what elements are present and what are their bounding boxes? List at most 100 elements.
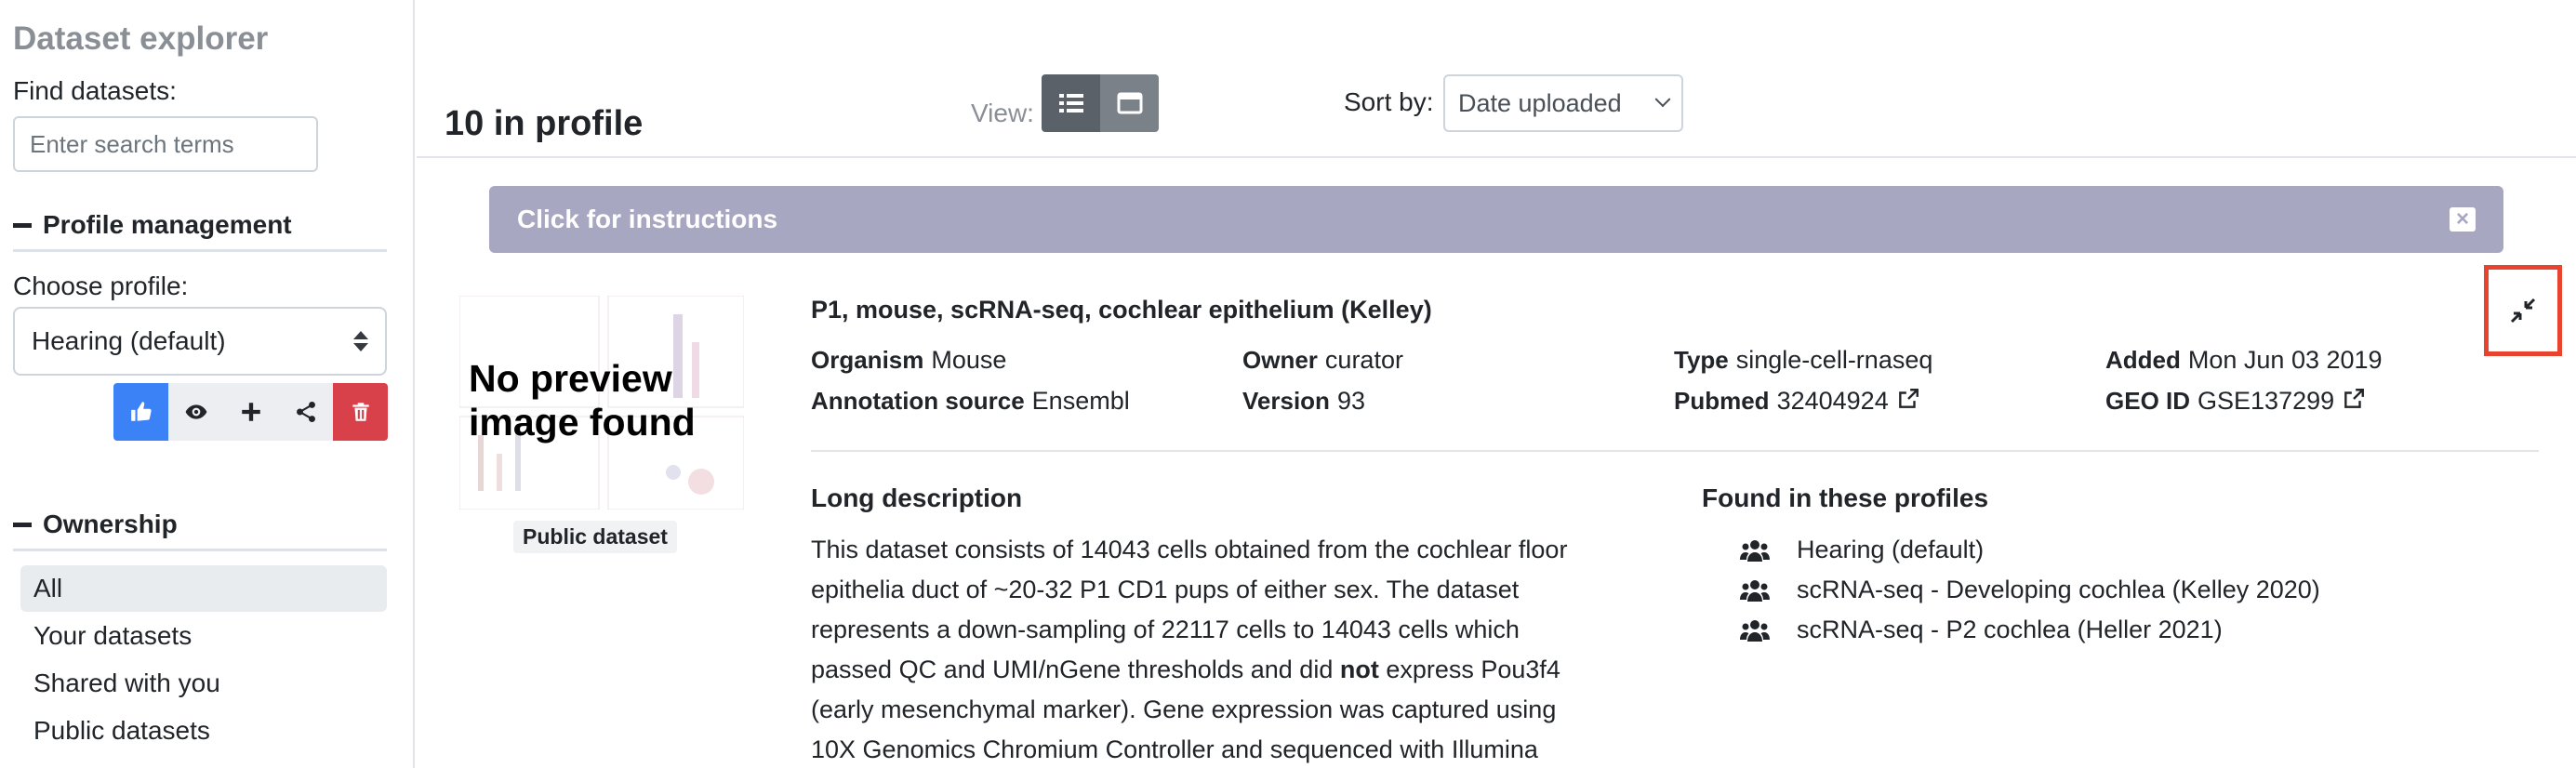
found-profiles-list: Hearing (default) scRNA-seq - Developing…: [1739, 530, 2320, 650]
no-preview-line-1: No preview: [469, 357, 672, 400]
instructions-label: Click for instructions: [517, 205, 778, 233]
meta-added-label: Added: [2105, 346, 2181, 374]
grid-view-button[interactable]: [1100, 74, 1159, 132]
meta-type: Type single-cell-rnaseq: [1674, 346, 1932, 375]
found-profile-label: scRNA-seq - P2 cochlea (Heller 2021): [1797, 616, 2223, 643]
plus-icon: [241, 403, 260, 421]
collapse-dash-icon: [13, 222, 32, 228]
meta-pubmed: Pubmed 32404924: [1674, 387, 1920, 416]
ownership-item-shared[interactable]: Shared with you: [20, 660, 387, 707]
dataset-preview[interactable]: No preview image found: [459, 296, 744, 510]
found-profile-label: scRNA-seq - Developing cochlea (Kelley 2…: [1797, 576, 2320, 603]
share-profile-button[interactable]: [278, 383, 333, 441]
view-profile-button[interactable]: [168, 383, 223, 441]
users-icon: [1740, 579, 1770, 602]
desc-line: 10X Genomics Chromium Controller and seq…: [811, 735, 1538, 763]
share-icon: [296, 401, 315, 423]
meta-organism-value: Mouse: [931, 346, 1007, 374]
users-icon: [1740, 539, 1770, 562]
desc-emphasis: not: [1339, 655, 1379, 683]
ownership-item-your-datasets[interactable]: Your datasets: [20, 613, 387, 659]
choose-profile-label: Choose profile:: [13, 271, 189, 300]
main-divider: [417, 156, 2576, 158]
grid-view-icon: [1117, 92, 1142, 114]
collapse-dash-icon: [13, 522, 32, 527]
list-view-button[interactable]: [1042, 74, 1100, 132]
geo-link[interactable]: GSE137299: [2198, 387, 2334, 415]
profile-management-heading[interactable]: Profile management: [13, 210, 387, 252]
meta-pubmed-label: Pubmed: [1674, 387, 1770, 415]
profile-select[interactable]: Hearing (default): [13, 307, 387, 376]
meta-geo: GEO ID GSE137299: [2105, 387, 2366, 416]
meta-version-value: 93: [1336, 387, 1365, 415]
meta-owner-value: curator: [1324, 346, 1403, 374]
access-badge: Public dataset: [513, 521, 677, 553]
desc-line: epithelia duct of ~20-32 P1 CD1 pups of …: [811, 576, 1520, 603]
desc-text: passed QC and UMI/nGene thresholds and d…: [811, 655, 1340, 683]
found-profile-item[interactable]: Hearing (default): [1739, 530, 2320, 570]
desc-line: This dataset consists of 14043 cells obt…: [811, 536, 1568, 563]
sort-select[interactable]: Date uploaded: [1443, 74, 1683, 132]
sort-label: Sort by:: [1344, 87, 1434, 116]
external-link-icon[interactable]: [1896, 387, 1920, 411]
desc-line: represents a down-sampling of 22117 cell…: [811, 616, 1520, 643]
sort-select-value: Date uploaded: [1458, 88, 1622, 117]
meta-type-label: Type: [1674, 346, 1729, 374]
pubmed-link[interactable]: 32404924: [1777, 387, 1889, 415]
view-toggle: [1042, 74, 1159, 132]
meta-owner: Owner curator: [1242, 346, 1403, 375]
ownership-item-all[interactable]: All: [20, 565, 387, 612]
dataset-title: P1, mouse, scRNA-seq, cochlear epitheliu…: [811, 296, 1432, 324]
users-icon: [1740, 619, 1770, 642]
desc-text: express Pou3f4: [1378, 655, 1560, 683]
meta-organism-label: Organism: [811, 346, 924, 374]
ownership-item-public[interactable]: Public datasets: [20, 708, 387, 754]
external-link-icon[interactable]: [2342, 387, 2366, 411]
meta-annotation-value: Ensembl: [1031, 387, 1130, 415]
search-input[interactable]: [13, 116, 318, 172]
desc-line: passed QC and UMI/nGene thresholds and d…: [811, 650, 1629, 690]
like-profile-button[interactable]: [113, 383, 168, 441]
compress-icon: [2510, 298, 2536, 324]
meta-geo-label: GEO ID: [2105, 387, 2191, 415]
found-profile-item[interactable]: scRNA-seq - Developing cochlea (Kelley 2…: [1739, 570, 2320, 610]
instructions-bar[interactable]: Click for instructions ×: [489, 186, 2503, 253]
found-profiles-heading: Found in these profiles: [1702, 483, 1989, 512]
meta-owner-label: Owner: [1242, 346, 1318, 374]
meta-added-value: Mon Jun 03 2019: [2187, 346, 2383, 374]
select-caret-icon: [353, 331, 368, 351]
find-datasets-label: Find datasets:: [13, 76, 177, 105]
list-view-icon: [1058, 94, 1083, 113]
eye-icon: [185, 404, 206, 419]
desc-line: (early mesenchymal marker). Gene express…: [811, 695, 1557, 723]
found-profile-item[interactable]: scRNA-seq - P2 cochlea (Heller 2021): [1739, 610, 2320, 650]
ownership-label: Ownership: [43, 510, 178, 538]
meta-added: Added Mon Jun 03 2019: [2105, 346, 2383, 375]
card-divider: [811, 450, 2539, 452]
result-count-title: 10 in profile: [445, 104, 644, 143]
add-profile-button[interactable]: [223, 383, 278, 441]
ownership-list: All Your datasets Shared with you Public…: [20, 565, 387, 755]
meta-type-value: single-cell-rnaseq: [1735, 346, 1933, 374]
long-description-heading: Long description: [811, 483, 1023, 512]
meta-version-label: Version: [1242, 387, 1330, 415]
profile-select-value: Hearing (default): [32, 326, 226, 355]
no-preview-line-2: image found: [469, 401, 696, 444]
view-label: View:: [971, 99, 1034, 127]
trash-icon: [352, 403, 369, 421]
chevron-down-icon: [1654, 91, 1671, 108]
close-icon[interactable]: ×: [2450, 207, 2476, 232]
delete-profile-button[interactable]: [333, 383, 388, 441]
no-preview-text: No preview image found: [469, 357, 696, 444]
found-profile-label: Hearing (default): [1797, 536, 1985, 563]
profile-management-label: Profile management: [43, 210, 292, 239]
collapse-card-button[interactable]: [2484, 265, 2562, 356]
meta-version: Version 93: [1242, 387, 1365, 416]
meta-organism: Organism Mouse: [811, 346, 1006, 375]
meta-annotation-label: Annotation source: [811, 387, 1025, 415]
sidebar: Dataset explorer Find datasets: Profile …: [0, 0, 415, 768]
ownership-heading[interactable]: Ownership: [13, 510, 387, 551]
thumbs-up-icon: [130, 402, 152, 421]
profile-actions: [113, 383, 388, 441]
app-title: Dataset explorer: [13, 20, 269, 57]
